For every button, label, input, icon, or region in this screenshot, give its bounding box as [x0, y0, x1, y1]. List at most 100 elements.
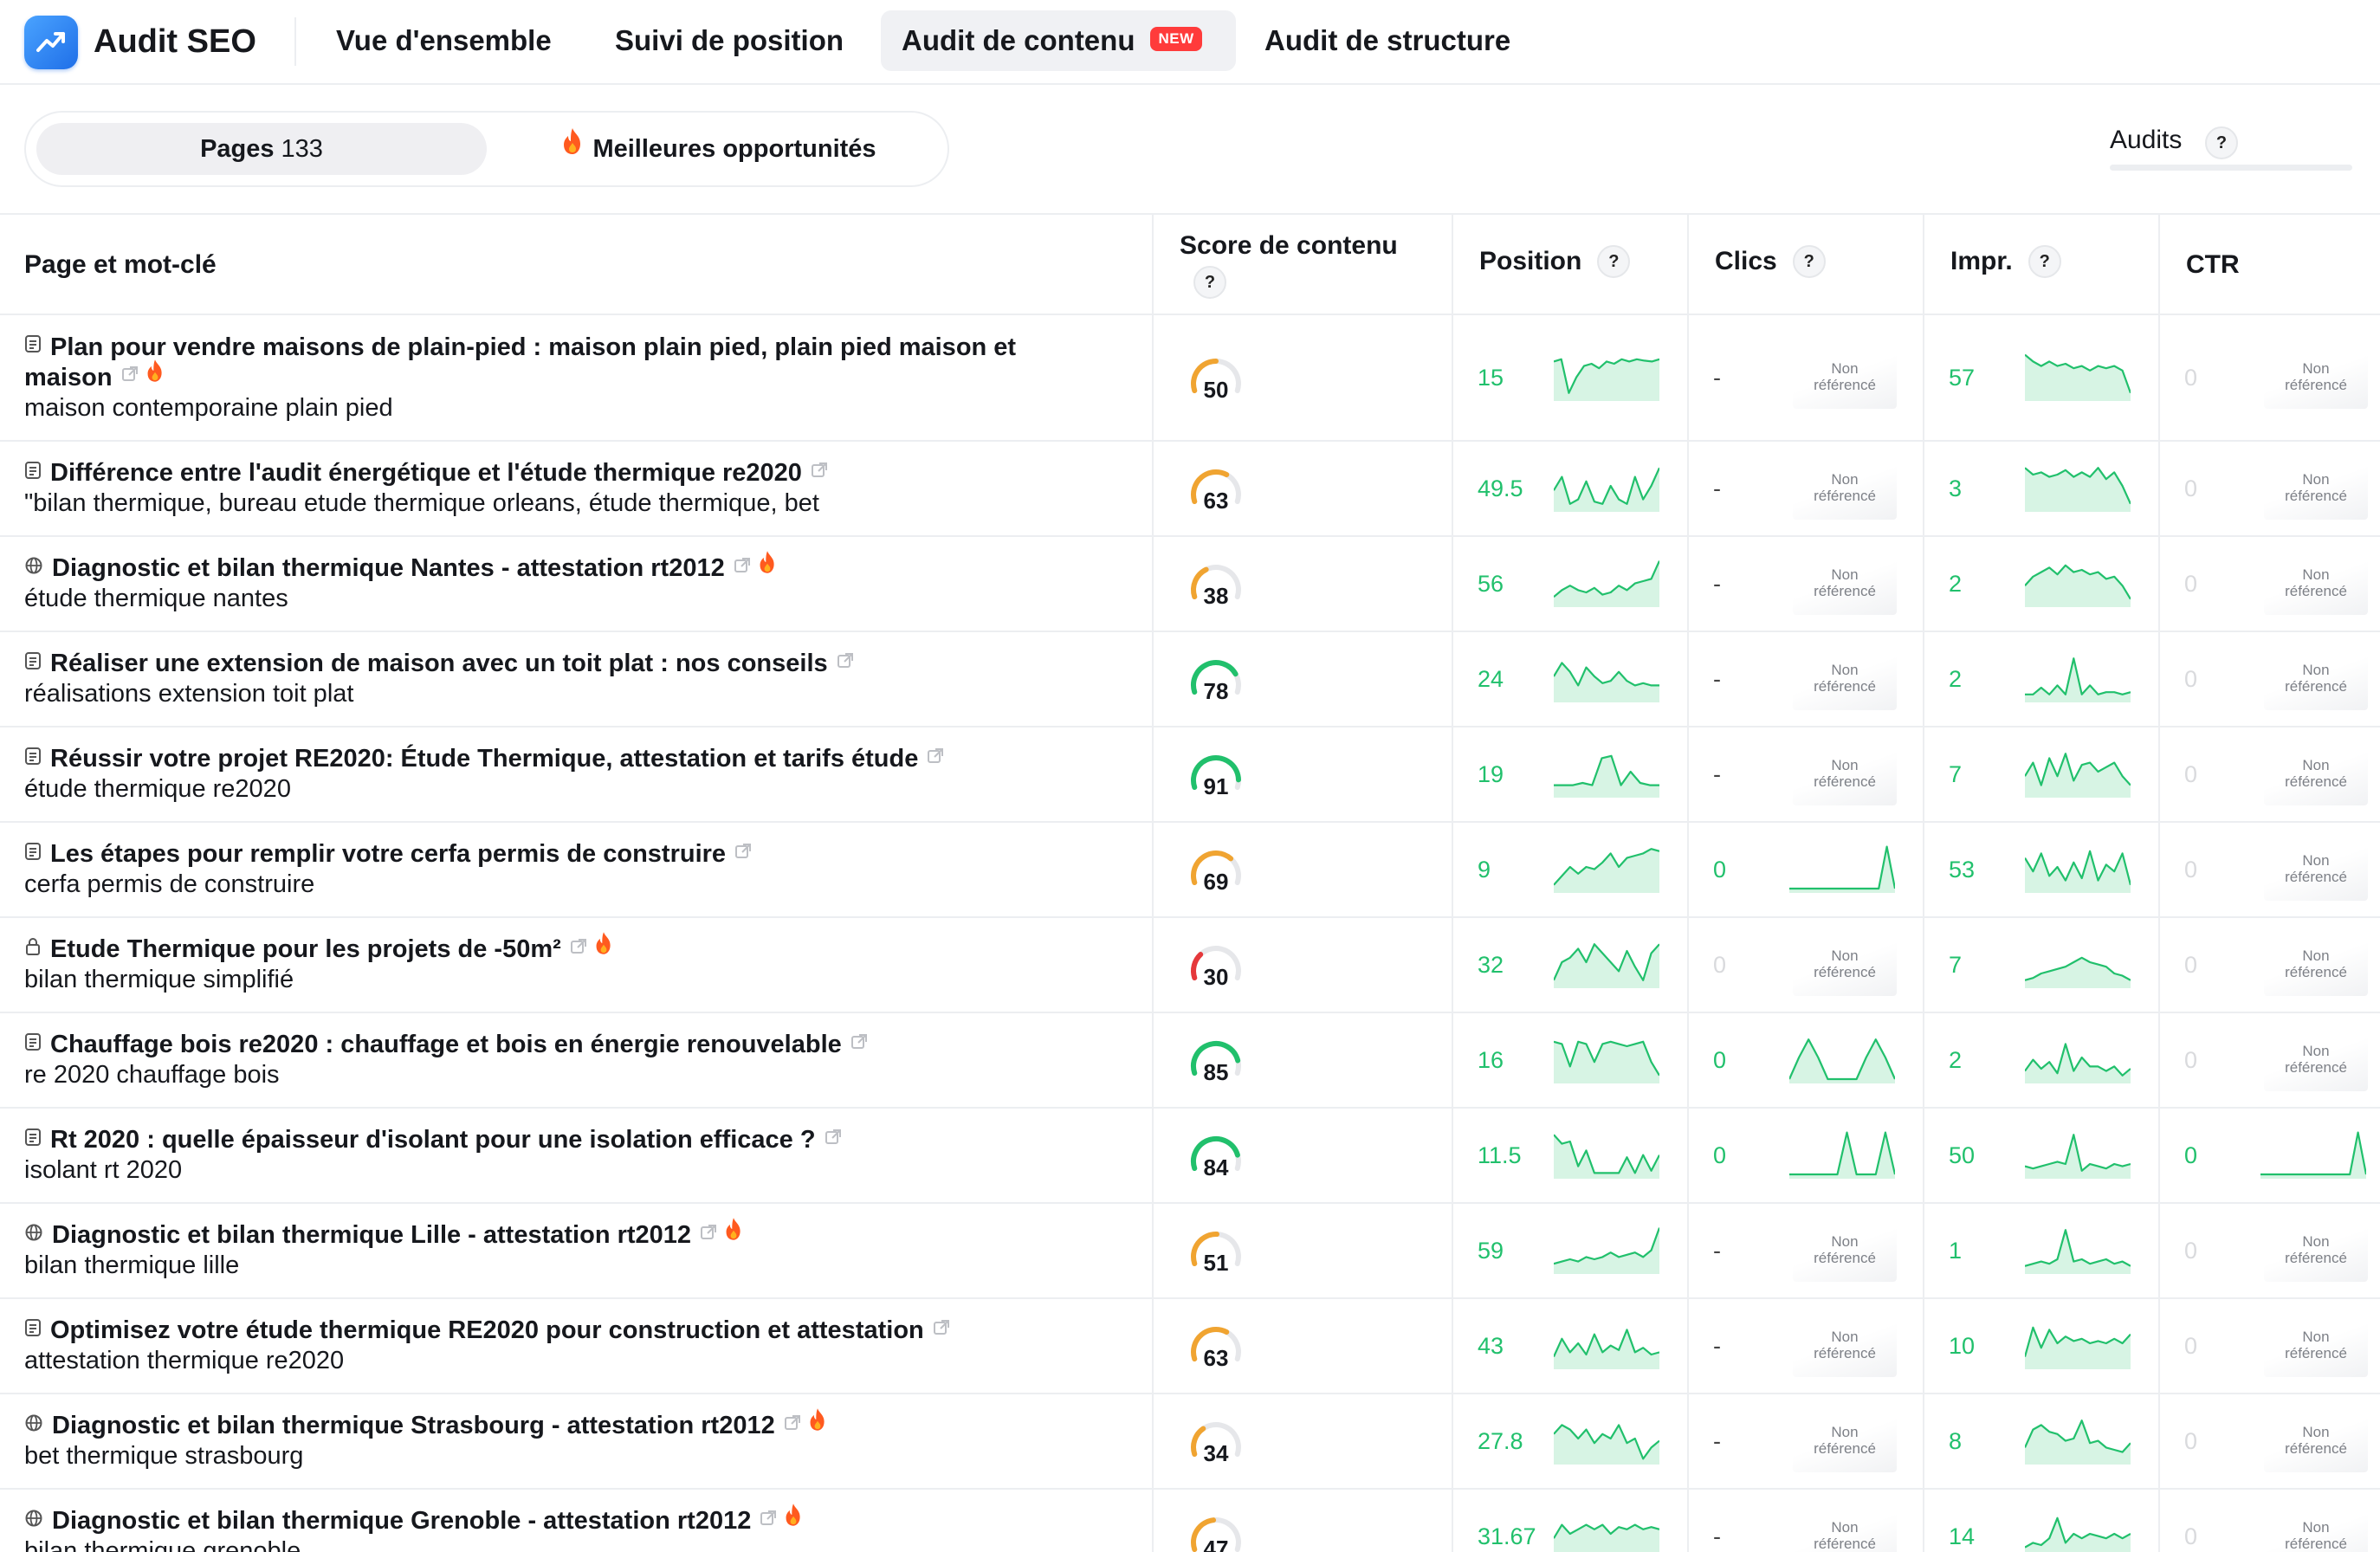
page-title[interactable]: Réaliser une extension de maison avec un… — [50, 650, 828, 677]
page-title[interactable]: Diagnostic et bilan thermique Grenoble -… — [52, 1507, 751, 1535]
table-row[interactable]: Diagnostic et bilan thermique Lille - at… — [0, 1204, 2380, 1299]
table-row[interactable]: Etude Thermique pour les projets de -50m… — [0, 918, 2380, 1013]
page-title[interactable]: Les étapes pour remplir votre cerfa perm… — [50, 840, 726, 868]
table-row[interactable]: Optimisez votre étude thermique RE2020 p… — [0, 1299, 2380, 1394]
non-referenced-placeholder: Non référencé — [2264, 745, 2368, 805]
content-score-value: 51 — [1203, 1250, 1229, 1276]
non-ref-text: Non — [1831, 1424, 1859, 1440]
external-link-icon[interactable] — [734, 837, 752, 868]
non-referenced-placeholder: Non référencé — [1793, 1221, 1897, 1282]
table-row[interactable]: Diagnostic et bilan thermique Nantes - a… — [0, 537, 2380, 632]
keyword: attestation thermique re2020 — [24, 1347, 345, 1374]
impressions-value: 3 — [1949, 475, 1963, 501]
tab-label: Audit de contenu — [902, 24, 1135, 56]
page-title-line[interactable]: Plan pour vendre maisons de plain-pied :… — [24, 333, 1141, 393]
external-link-icon[interactable] — [570, 933, 587, 963]
non-ref-text: Non — [1831, 360, 1859, 377]
page-title[interactable]: Diagnostic et bilan thermique Lille - at… — [52, 1221, 691, 1249]
fire-icon — [146, 359, 165, 391]
page-title-line[interactable]: Réaliser une extension de maison avec un… — [24, 649, 1141, 679]
clicks-sparkline — [1788, 1031, 1897, 1088]
external-link-icon[interactable] — [121, 360, 139, 391]
table-row[interactable]: Rt 2020 : quelle épaisseur d'isolant pou… — [0, 1109, 2380, 1204]
external-link-icon[interactable] — [927, 742, 944, 773]
column-header-impressions[interactable]: Impr.? — [1950, 211, 2061, 312]
page-title[interactable]: Rt 2020 : quelle épaisseur d'isolant pou… — [50, 1126, 816, 1154]
column-divider — [2158, 213, 2160, 1552]
tab-vue-ensemble[interactable]: Vue d'ensemble — [315, 10, 572, 71]
table-row[interactable]: Plan pour vendre maisons de plain-pied :… — [0, 315, 2380, 442]
external-link-icon[interactable] — [784, 1409, 801, 1439]
page-title-line[interactable]: Chauffage bois re2020 : chauffage et boi… — [24, 1030, 1141, 1060]
column-header-page[interactable]: Page et mot-clé — [24, 215, 217, 315]
tab-audit-structure[interactable]: Audit de structure — [1244, 10, 1531, 71]
tab-audit-contenu[interactable]: Audit de contenu NEW — [881, 10, 1236, 71]
nav-divider — [294, 17, 296, 66]
page-filter-segmented-control: Pages 133 Meilleures opportunités — [24, 111, 949, 187]
external-link-icon[interactable] — [850, 1028, 868, 1058]
page-title-line[interactable]: Différence entre l'audit énergétique et … — [24, 458, 1141, 488]
position-value: 16 — [1478, 1047, 1504, 1073]
page-title-line[interactable]: Rt 2020 : quelle épaisseur d'isolant pou… — [24, 1125, 1141, 1155]
clicks-value: - — [1713, 1333, 1721, 1359]
page-title[interactable]: Diagnostic et bilan thermique Nantes - a… — [52, 554, 725, 582]
table-row[interactable]: Diagnostic et bilan thermique Strasbourg… — [0, 1394, 2380, 1490]
external-link-icon[interactable] — [700, 1219, 717, 1249]
position-value: 11.5 — [1478, 1142, 1522, 1168]
page-title-line[interactable]: Les étapes pour remplir votre cerfa perm… — [24, 839, 1141, 870]
page-title-line[interactable]: Diagnostic et bilan thermique Grenoble -… — [24, 1504, 1141, 1536]
column-header-ctr[interactable]: CTR — [2186, 215, 2240, 315]
page-title[interactable]: Plan pour vendre maisons de plain-pied :… — [50, 333, 1016, 361]
page-title[interactable]: Optimisez votre étude thermique RE2020 p… — [50, 1316, 924, 1344]
table-row[interactable]: Les étapes pour remplir votre cerfa perm… — [0, 823, 2380, 918]
table-row[interactable]: Différence entre l'audit énergétique et … — [0, 442, 2380, 537]
column-header-score[interactable]: Score de contenu ? — [1180, 215, 1398, 315]
non-ref-text: référencé — [2285, 964, 2347, 980]
help-icon[interactable]: ? — [1792, 245, 1826, 278]
pages-filter-button[interactable]: Pages 133 — [36, 123, 487, 175]
external-link-icon[interactable] — [933, 1314, 950, 1344]
table-row[interactable]: Réussir votre projet RE2020: Étude Therm… — [0, 728, 2380, 823]
content-score-value: 30 — [1203, 964, 1229, 990]
external-link-icon[interactable] — [825, 1123, 842, 1154]
column-header-clicks[interactable]: Clics? — [1715, 211, 1826, 312]
page-title[interactable]: Différence entre l'audit énergétique et … — [50, 459, 802, 487]
table-row[interactable]: Diagnostic et bilan thermique Grenoble -… — [0, 1490, 2380, 1552]
audits-help-icon[interactable]: ? — [2205, 126, 2238, 159]
page-title-line[interactable]: Optimisez votre étude thermique RE2020 p… — [24, 1316, 1141, 1346]
page-title[interactable]: Etude Thermique pour les projets de -50m… — [50, 935, 561, 963]
app-logo-icon[interactable] — [24, 16, 78, 69]
page-title-line[interactable]: Etude Thermique pour les projets de -50m… — [24, 932, 1141, 965]
column-header-position[interactable]: Position? — [1479, 211, 1631, 312]
external-link-icon[interactable] — [811, 456, 828, 487]
external-link-icon[interactable] — [734, 552, 751, 582]
position-value: 59 — [1478, 1238, 1504, 1264]
page-title-line[interactable]: Diagnostic et bilan thermique Lille - at… — [24, 1218, 1141, 1251]
non-ref-text: référencé — [2285, 583, 2347, 599]
help-icon[interactable]: ? — [2205, 126, 2238, 159]
page-title-line[interactable]: Diagnostic et bilan thermique Nantes - a… — [24, 550, 1141, 584]
page-title[interactable]: Chauffage bois re2020 : chauffage et boi… — [50, 1031, 842, 1058]
help-icon[interactable]: ? — [2028, 245, 2061, 278]
help-icon[interactable]: ? — [1597, 245, 1631, 278]
non-ref-text: Non — [2302, 1329, 2330, 1345]
page-title-line[interactable]: Diagnostic et bilan thermique Strasbourg… — [24, 1408, 1141, 1441]
clicks-value: 0 — [1713, 857, 1727, 883]
table-row[interactable]: Réaliser une extension de maison avec un… — [0, 632, 2380, 728]
tab-suivi-position[interactable]: Suivi de position — [594, 10, 864, 71]
globe-icon — [24, 553, 43, 583]
page-title[interactable]: Réussir votre projet RE2020: Étude Therm… — [50, 745, 918, 773]
external-link-icon[interactable] — [760, 1504, 777, 1535]
non-referenced-placeholder: Non référencé — [2264, 1507, 2368, 1552]
page-title-continued[interactable]: maison — [24, 364, 113, 391]
page-title-line[interactable]: Réussir votre projet RE2020: Étude Therm… — [24, 744, 1141, 774]
opportunities-filter-button[interactable]: Meilleures opportunités — [511, 123, 927, 175]
ctr-sparkline — [2260, 1127, 2368, 1183]
position-value: 9 — [1478, 857, 1491, 883]
page-title[interactable]: Diagnostic et bilan thermique Strasbourg… — [52, 1412, 775, 1439]
table-row[interactable]: Chauffage bois re2020 : chauffage et boi… — [0, 1013, 2380, 1109]
content-score-value: 85 — [1203, 1059, 1229, 1085]
external-link-icon[interactable] — [837, 647, 854, 677]
help-icon[interactable]: ? — [1193, 266, 1226, 299]
fire-icon — [758, 550, 777, 582]
